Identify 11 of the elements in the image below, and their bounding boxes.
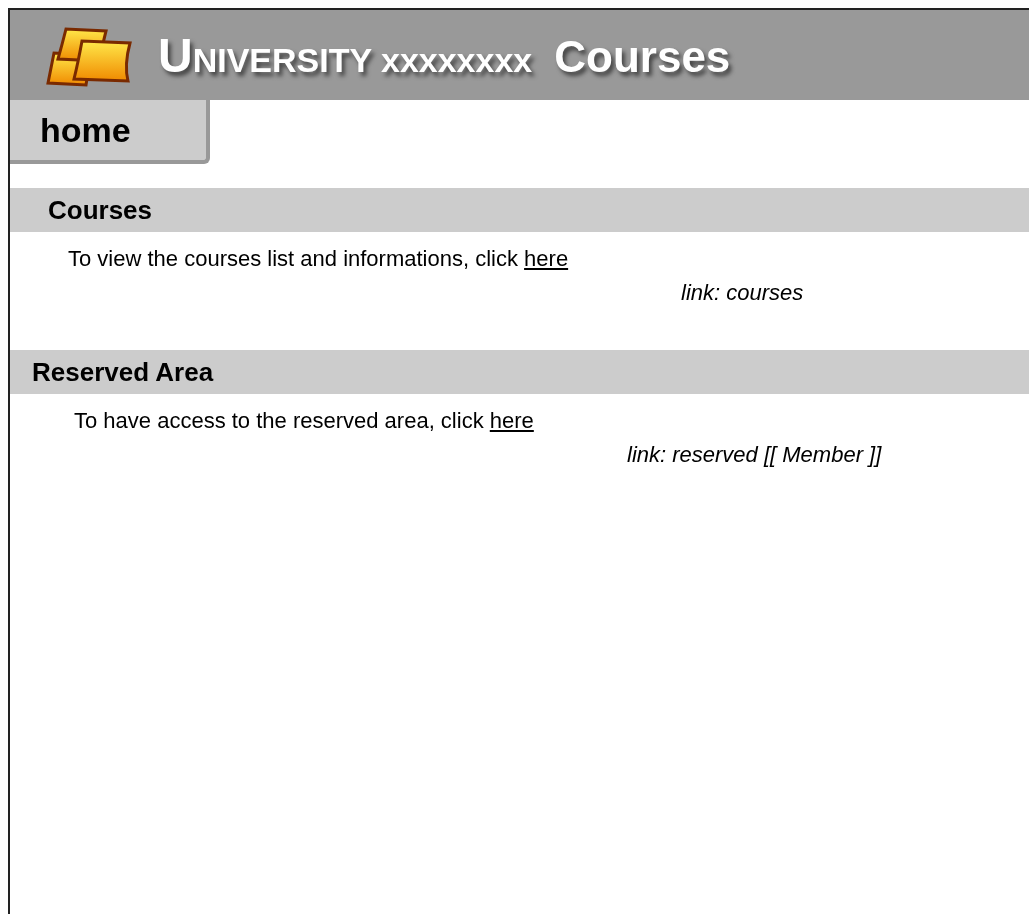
link-note: link: reserved [[ Member ]] (627, 442, 882, 468)
section-title: Courses (47, 194, 153, 226)
here-link[interactable]: here (524, 246, 569, 271)
instruction-text: To have access to the reserved area, click here (74, 408, 534, 434)
link-note: link: courses (681, 280, 804, 306)
section-title: Reserved Area (31, 356, 214, 388)
instruction-text: To view the courses list and informations, click here (68, 246, 569, 272)
here-link[interactable]: here (489, 408, 534, 433)
site-subtitle: Courses (554, 31, 731, 82)
site-title: UNIVERSITY xxxxxxxx (158, 27, 533, 83)
home-tab[interactable]: home (10, 100, 210, 164)
